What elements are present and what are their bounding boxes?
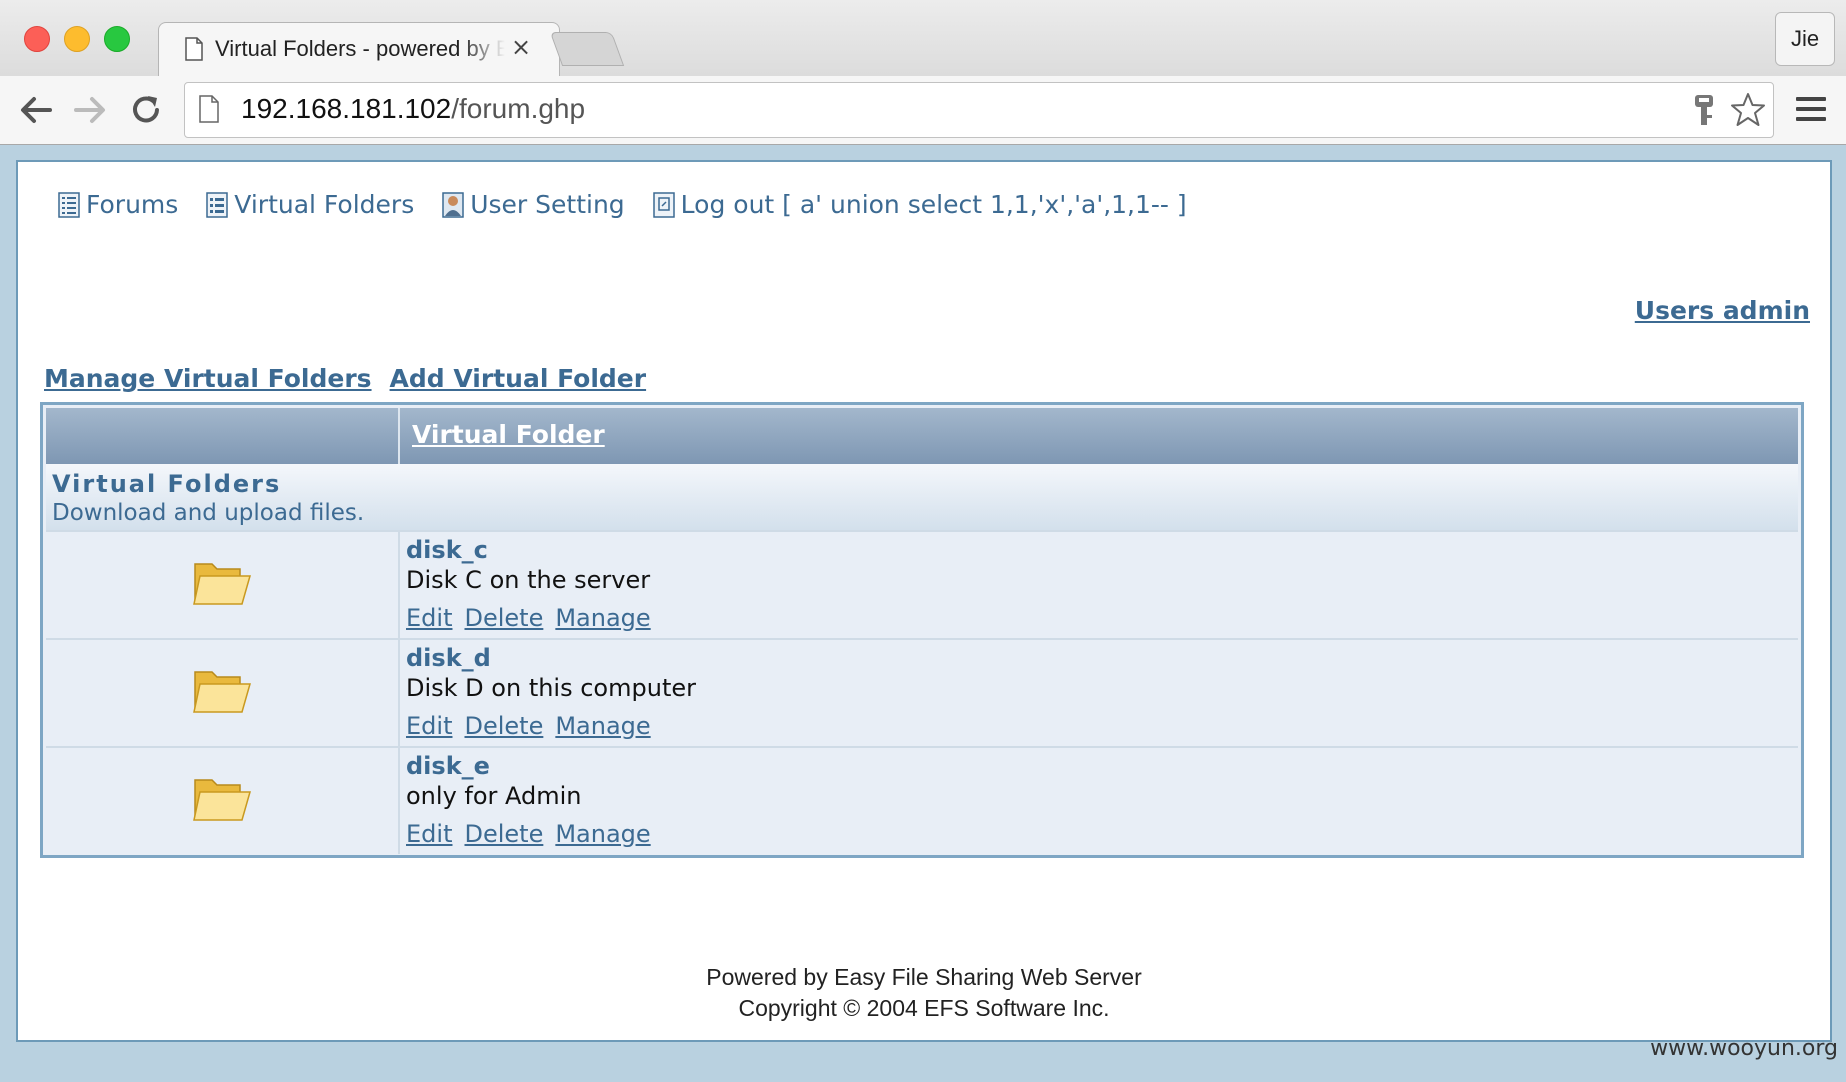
table-row: disk_d Disk D on this computer Edit Dele…: [46, 638, 1798, 746]
browser-tab-active[interactable]: Virtual Folders - powered by Easy File S…: [158, 22, 560, 77]
folder-icon[interactable]: [192, 664, 252, 716]
nav-forums-label: Forums: [86, 190, 179, 219]
url-text[interactable]: 192.168.181.102/forum.ghp: [241, 93, 585, 125]
edit-link[interactable]: Edit: [406, 712, 452, 740]
tab-title: Virtual Folders - powered by Easy File S…: [215, 36, 505, 61]
nav-user-setting-label: User Setting: [470, 190, 625, 219]
top-navigation: Forums Virtual Folders User Setting Log …: [58, 190, 1187, 219]
nav-logout[interactable]: Log out [ a' union select 1,1,'x','a',1,…: [652, 190, 1187, 219]
table-header: Virtual Folder: [46, 408, 1798, 464]
virtual-folder-table: Virtual Folder Virtual Folders Download …: [40, 402, 1804, 858]
user-icon: [442, 191, 464, 218]
folder-description: Disk C on the server: [406, 566, 651, 594]
list-icon: [58, 191, 80, 218]
table-row: disk_e only for Admin Edit Delete Manage: [46, 746, 1798, 854]
folder-name: disk_d: [406, 644, 491, 672]
key-icon[interactable]: [1689, 93, 1719, 127]
list-icon: [206, 191, 229, 218]
close-tab-icon[interactable]: ×: [511, 33, 531, 61]
close-window-button[interactable]: [24, 26, 50, 52]
folder-row-actions: Edit Delete Manage: [406, 820, 651, 848]
nav-forums[interactable]: Forums: [58, 190, 178, 219]
manage-link[interactable]: Manage: [555, 712, 650, 740]
folder-name: disk_c: [406, 536, 488, 564]
folder-icon[interactable]: [192, 556, 252, 608]
edit-link[interactable]: Edit: [406, 820, 452, 848]
address-bar[interactable]: 192.168.181.102/forum.ghp: [184, 82, 1774, 138]
browser-toolbar: 192.168.181.102/forum.ghp: [0, 76, 1846, 145]
manage-link[interactable]: Manage: [555, 604, 650, 632]
footer-powered-by: Powered by Easy File Sharing Web Server: [706, 964, 1142, 990]
category-row: Virtual Folders Download and upload file…: [46, 464, 1798, 530]
table-row: disk_c Disk C on the server Edit Delete …: [46, 530, 1798, 638]
nav-user-setting[interactable]: User Setting: [442, 190, 625, 219]
nav-virtual-folders[interactable]: Virtual Folders: [206, 190, 414, 219]
page-viewport: Forums Virtual Folders User Setting Log …: [16, 160, 1832, 1042]
header-divider: [398, 408, 400, 464]
manage-link[interactable]: Manage: [555, 820, 650, 848]
page-icon: [185, 37, 203, 61]
add-virtual-folder-link[interactable]: Add Virtual Folder: [390, 364, 647, 393]
folder-name: disk_e: [406, 752, 490, 780]
back-arrow-icon[interactable]: [16, 90, 56, 130]
browser-tab-bar: Virtual Folders - powered by Easy File S…: [0, 0, 1846, 77]
nav-virtual-folders-label: Virtual Folders: [234, 190, 415, 219]
bookmark-star-icon[interactable]: [1729, 91, 1767, 129]
manage-virtual-folders-link[interactable]: Manage Virtual Folders: [44, 364, 372, 393]
page-footer: Powered by Easy File Sharing Web Server …: [18, 962, 1830, 1024]
minimize-window-button[interactable]: [64, 26, 90, 52]
profile-button[interactable]: Jie: [1775, 12, 1835, 66]
forward-arrow-icon[interactable]: [70, 90, 110, 130]
category-title: Virtual Folders: [52, 470, 282, 498]
delete-link[interactable]: Delete: [464, 604, 543, 632]
folder-actions: Manage Virtual Folders Add Virtual Folde…: [44, 364, 646, 393]
url-path: /forum.ghp: [451, 93, 586, 124]
delete-link[interactable]: Delete: [464, 712, 543, 740]
maximize-window-button[interactable]: [104, 26, 130, 52]
row-divider: [398, 748, 400, 854]
edit-link[interactable]: Edit: [406, 604, 452, 632]
nav-logout-label: Log out [ a' union select 1,1,'x','a',1,…: [680, 190, 1187, 219]
row-divider: [398, 640, 400, 746]
logout-icon: [652, 191, 675, 218]
footer-copyright: Copyright © 2004 EFS Software Inc.: [738, 995, 1110, 1021]
folder-icon[interactable]: [192, 772, 252, 824]
row-divider: [398, 532, 400, 638]
folder-description: only for Admin: [406, 782, 582, 810]
page-info-icon[interactable]: [199, 95, 219, 123]
folder-row-actions: Edit Delete Manage: [406, 712, 651, 740]
new-tab-button[interactable]: [549, 32, 625, 66]
reload-icon[interactable]: [126, 90, 166, 130]
virtual-folder-header-link[interactable]: Virtual Folder: [412, 420, 605, 449]
watermark: www.wooyun.org: [1650, 1036, 1838, 1061]
hamburger-menu-icon[interactable]: [1794, 92, 1828, 126]
delete-link[interactable]: Delete: [464, 820, 543, 848]
folder-row-actions: Edit Delete Manage: [406, 604, 651, 632]
folder-description: Disk D on this computer: [406, 674, 696, 702]
users-admin-link[interactable]: Users admin: [1635, 296, 1810, 325]
category-description: Download and upload files.: [52, 500, 365, 526]
url-host: 192.168.181.102: [241, 93, 452, 124]
